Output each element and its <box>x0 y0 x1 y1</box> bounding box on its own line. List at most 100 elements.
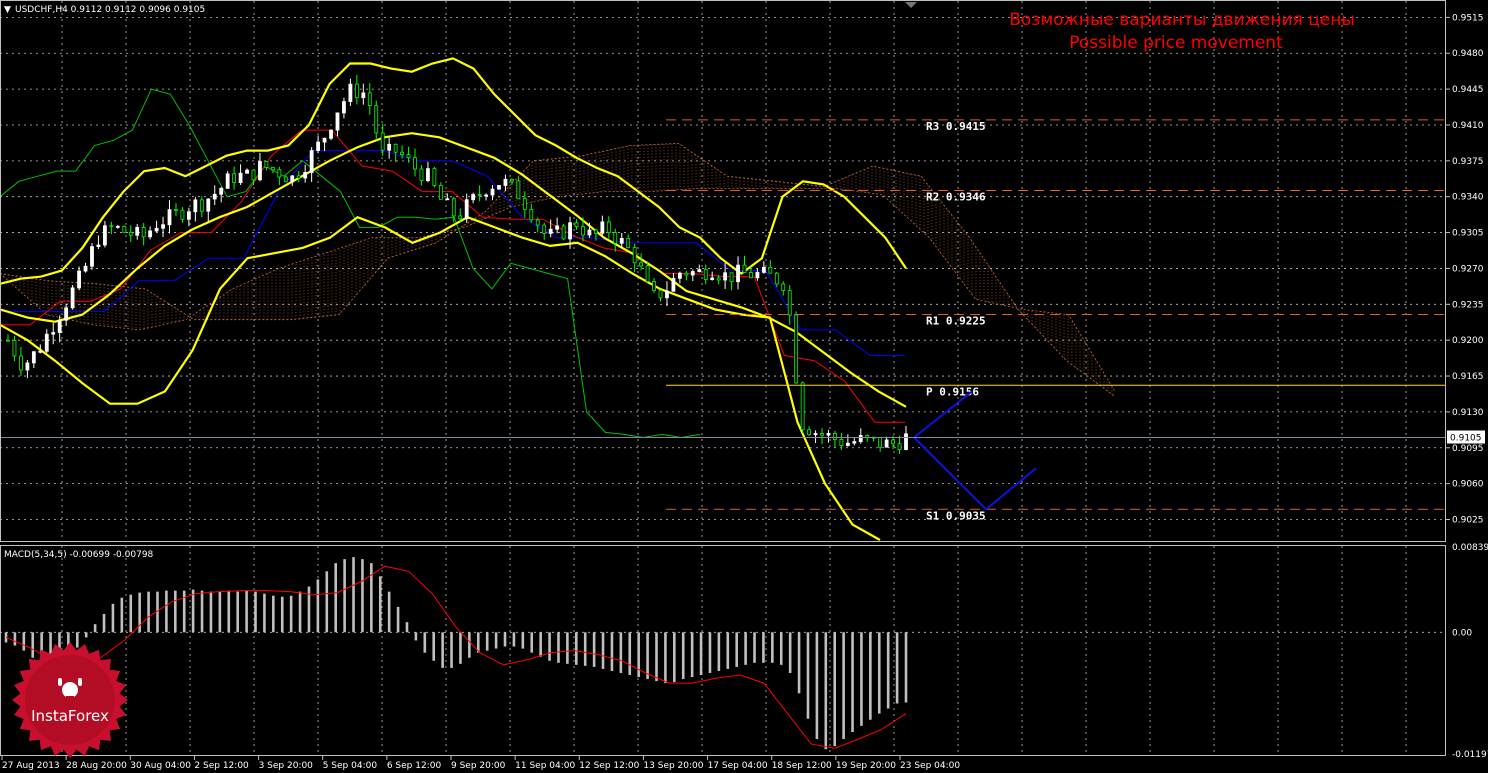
candle-body <box>83 265 88 272</box>
candle-body <box>503 178 508 186</box>
logo-text: InstaForex <box>31 707 109 725</box>
candle-body <box>309 150 314 173</box>
candle-body <box>587 229 592 236</box>
level-label-s1: S1 0.9035 <box>926 509 986 522</box>
candle-body <box>619 238 624 244</box>
candle-body <box>464 199 469 220</box>
time-axis-label: 6 Sep 12:00 <box>387 761 442 771</box>
dropdown-arrow-icon[interactable]: ▼ <box>4 5 11 15</box>
candle-body <box>264 161 269 168</box>
candle-body <box>77 270 81 289</box>
candle-body <box>167 209 172 226</box>
candle-body <box>613 232 618 244</box>
candle-body <box>122 225 127 233</box>
level-label-r1: R1 0.9225 <box>926 315 986 328</box>
candle-body <box>781 283 786 291</box>
candle-body <box>329 129 333 139</box>
candle-body <box>186 211 191 220</box>
candle-body <box>361 92 366 99</box>
candle-body <box>884 439 889 448</box>
candle-body <box>12 339 17 357</box>
time-axis-label: 13 Sep 20:00 <box>643 761 703 771</box>
candle-body <box>703 269 708 281</box>
price-axis-label: 0.9025 <box>1452 516 1484 526</box>
candle-body <box>639 262 644 267</box>
price-axis-label: 0.9305 <box>1452 229 1484 239</box>
candle-body <box>813 433 818 436</box>
time-axis-label: 12 Sep 12:00 <box>579 761 639 771</box>
candle-body <box>38 350 43 353</box>
candle-body <box>154 227 159 232</box>
candle-body <box>212 193 217 200</box>
price-axis-label: 0.9095 <box>1452 444 1484 454</box>
time-axis-label: 23 Sep 04:00 <box>900 761 960 771</box>
candle-body <box>141 227 146 238</box>
candle-body <box>826 433 831 436</box>
candle-body <box>458 215 463 220</box>
price-axis-label: 0.9515 <box>1452 13 1484 23</box>
candle-body <box>419 168 424 182</box>
candle-body <box>477 194 482 196</box>
candle-body <box>251 169 256 181</box>
candle-body <box>690 271 695 276</box>
candle-body <box>103 225 107 246</box>
time-axis-label: 19 Sep 20:00 <box>836 761 896 771</box>
candle-body <box>316 141 321 151</box>
candle-body <box>904 433 908 450</box>
candle-body <box>658 289 663 299</box>
candle-body <box>897 443 902 450</box>
candle-body <box>206 198 211 212</box>
candle-body <box>354 83 359 99</box>
price-axis-label: 0.9200 <box>1452 336 1484 346</box>
symbol-info: USDCHF,H4 0.9112 0.9112 0.9096 0.9105 <box>15 5 205 15</box>
time-axis-label: 11 Sep 04:00 <box>515 761 575 771</box>
candle-body <box>277 169 282 178</box>
candle-body <box>90 246 94 267</box>
chart-window: R3 0.9415R2 0.9346R1 0.9225P 0.9156S1 0.… <box>0 0 1488 773</box>
candle-body <box>800 382 805 431</box>
annotation-title-ru: Возможные варианты движения цены <box>1009 10 1355 30</box>
candle-body <box>296 175 301 179</box>
candle-body <box>497 185 501 190</box>
candle-body <box>64 307 69 321</box>
price-axis-label: 0.9130 <box>1452 408 1484 418</box>
candle-body <box>529 208 534 221</box>
candle-body <box>180 209 185 220</box>
candle-body <box>626 238 631 248</box>
candle-body <box>148 230 153 238</box>
candle-body <box>25 362 30 371</box>
candle-body <box>374 105 379 134</box>
candle-body <box>606 221 611 234</box>
candle-body <box>774 272 779 285</box>
candle-body <box>671 277 676 292</box>
level-label-r3: R3 0.9415 <box>926 120 986 133</box>
candle-body <box>697 269 702 272</box>
candle-body <box>109 225 114 228</box>
candle-body <box>174 209 178 212</box>
candle-body <box>729 272 734 283</box>
candle-body <box>632 247 637 264</box>
instaforex-logo: InstaForex <box>12 642 128 758</box>
candle-body <box>593 229 598 234</box>
candle-body <box>322 137 327 143</box>
candle-body <box>891 439 895 445</box>
candle-body <box>710 277 715 281</box>
candle-body <box>426 168 430 182</box>
price-axis-label: 0.9480 <box>1452 49 1484 59</box>
candle-body <box>96 244 101 247</box>
price-axis-label: 0.9270 <box>1452 264 1484 274</box>
candle-body <box>484 194 488 197</box>
candle-body <box>135 227 140 236</box>
candle-body <box>852 441 857 444</box>
candle-body <box>31 351 36 364</box>
candle-body <box>432 168 437 186</box>
candle-body <box>70 287 75 309</box>
candle-body <box>561 225 566 240</box>
candle-body <box>6 339 10 342</box>
time-axis-label: 9 Sep 20:00 <box>451 761 506 771</box>
candle-body <box>768 266 773 274</box>
svg-text:0.9105: 0.9105 <box>1450 434 1482 444</box>
candle-body <box>820 433 824 436</box>
macd-info: MACD(5,34,5) -0.00699 -0.00798 <box>4 550 154 560</box>
candle-body <box>348 83 353 102</box>
